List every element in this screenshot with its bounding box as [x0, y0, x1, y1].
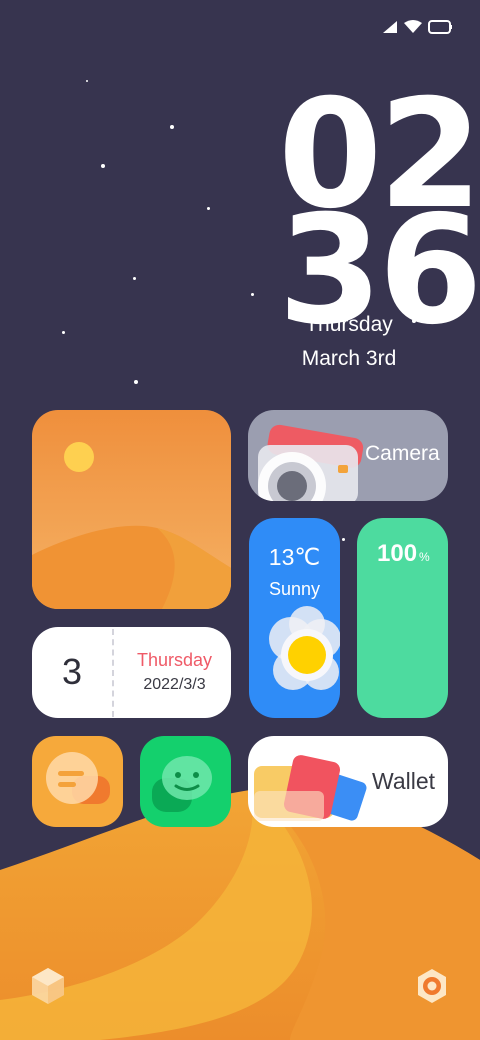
star [101, 164, 105, 168]
settings-app-icon[interactable] [413, 966, 451, 1006]
clock-weekday: Thursday [305, 313, 393, 336]
clock-date: March 3rd [301, 347, 397, 370]
wallet-widget[interactable]: Wallet [248, 736, 448, 827]
battery-readout: 100% [377, 540, 430, 568]
photo-widget[interactable] [32, 410, 231, 609]
star [170, 125, 174, 129]
battery-icon [428, 20, 452, 34]
calendar-day: 3 [61, 651, 83, 692]
calendar-divider [112, 629, 114, 717]
star [342, 538, 345, 541]
chat-bubbles-icon [46, 752, 110, 804]
cube-app-icon[interactable] [29, 966, 67, 1006]
camera-label: Camera [365, 442, 440, 465]
star [134, 380, 138, 384]
star [251, 293, 254, 296]
star [62, 331, 65, 334]
weather-widget[interactable]: 13℃ Sunny [249, 518, 340, 718]
wechat-app-icon[interactable] [140, 736, 231, 827]
calendar-weekday: Thursday [136, 650, 213, 670]
battery-value: 100 [377, 540, 418, 567]
star [133, 277, 136, 280]
cube-icon [32, 968, 64, 1004]
wallet-label: Wallet [372, 768, 436, 794]
calendar-date: 2022/3/3 [143, 676, 206, 693]
star [86, 80, 88, 82]
camera-widget[interactable]: Camera [248, 410, 448, 501]
status-bar [380, 16, 455, 38]
home-screen: 02 36 Thursday March 3rd Camera 13℃ Sunn… [0, 0, 480, 1040]
weather-temperature: 13℃ [268, 544, 321, 570]
messages-app-icon[interactable] [32, 736, 123, 827]
wallet-icon [254, 755, 367, 821]
sun-icon [269, 606, 340, 690]
clock[interactable]: 02 36 [276, 80, 480, 346]
battery-unit: % [419, 550, 430, 564]
settings-ring-icon [418, 969, 446, 1003]
desert-photo [32, 442, 231, 609]
wifi-icon [404, 20, 422, 33]
calendar-widget[interactable]: 3 Thursday 2022/3/3 [32, 627, 231, 718]
camera-icon [258, 424, 364, 501]
battery-widget[interactable]: 100% [357, 518, 448, 718]
weather-condition: Sunny [268, 579, 321, 599]
star [207, 207, 210, 210]
status-icons [383, 20, 452, 34]
signal-icon [383, 21, 397, 33]
wechat-icon [152, 756, 212, 812]
